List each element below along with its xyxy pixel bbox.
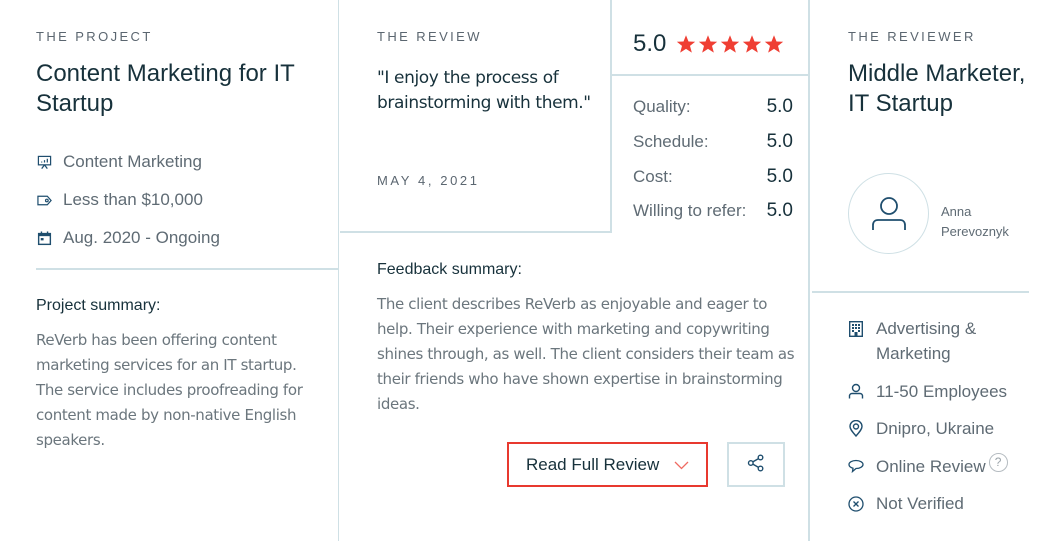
reviewer-details: Advertising & Marketing 11-50 Employees … <box>848 316 1048 529</box>
star-icon <box>699 35 718 53</box>
calendar-icon <box>36 230 52 246</box>
score-value: 5.0 <box>766 96 793 118</box>
score-row-cost: Cost: 5.0 <box>633 159 793 194</box>
review-eyebrow: THE REVIEW <box>377 29 482 44</box>
reviewer-review-type: Online Review ? <box>848 452 1048 479</box>
project-summary-text: ReVerb has been offering content marketi… <box>36 331 303 449</box>
location-pin-icon <box>848 416 864 441</box>
project-summary-heading: Project summary: <box>36 297 161 314</box>
chevron-down-icon <box>674 458 689 473</box>
score-label: Willing to refer: <box>633 201 747 221</box>
score-breakdown: Quality: 5.0 Schedule: 5.0 Cost: 5.0 Wil… <box>633 90 793 229</box>
feedback-heading: Feedback summary: <box>377 261 522 278</box>
reviewer-company-size: 11-50 Employees <box>848 379 1048 404</box>
read-full-review-button[interactable]: Read Full Review <box>507 442 708 487</box>
reviewer-divider <box>812 291 1029 293</box>
feedback-section: Feedback summary: The client describes R… <box>340 240 810 541</box>
reviewer-company-size-text: 11-50 Employees <box>876 381 1008 401</box>
star-icon <box>721 35 740 53</box>
avatar <box>848 173 929 254</box>
project-service-text: Content Marketing <box>63 152 202 171</box>
project-budget-text: Less than $10,000 <box>63 190 203 209</box>
speech-bubble-icon <box>848 454 864 479</box>
project-meta-list: Content Marketing Less than $10,000 Aug.… <box>36 143 220 257</box>
score-label: Cost: <box>633 166 673 186</box>
reviewer-review-type-text: Online Review <box>876 456 986 476</box>
person-icon <box>848 379 864 404</box>
project-service: Content Marketing <box>36 143 220 181</box>
overall-rating-value: 5.0 <box>633 30 667 57</box>
share-icon <box>747 454 765 475</box>
star-icon <box>743 35 762 53</box>
score-row-refer: Willing to refer: 5.0 <box>633 194 793 229</box>
score-label: Quality: <box>633 97 691 117</box>
overall-rating: 5.0 <box>633 30 784 58</box>
project-column: THE PROJECT Content Marketing for IT Sta… <box>0 0 339 541</box>
review-column: THE REVIEW "I enjoy the process of brain… <box>340 0 810 541</box>
rating-divider <box>612 74 810 76</box>
project-divider <box>36 268 339 270</box>
reviewer-verification: Not Verified <box>848 491 1048 516</box>
user-avatar-icon <box>871 196 906 230</box>
reviewer-industry: Advertising & Marketing <box>848 316 1048 366</box>
building-icon <box>848 316 864 341</box>
reviewer-location-text: Dnipro, Ukraine <box>876 419 995 438</box>
reviewer-industry-text: Advertising & Marketing <box>876 319 977 363</box>
project-dates: Aug. 2020 - Ongoing <box>36 219 220 257</box>
project-title: Content Marketing for IT Startup <box>36 60 295 117</box>
reviewer-title: Middle Marketer, IT Startup <box>848 60 1026 117</box>
read-full-review-label: Read Full Review <box>526 454 660 474</box>
reviewer-column: THE REVIEWER Middle Marketer, IT Startup… <box>812 0 1062 541</box>
star-icon <box>765 35 784 53</box>
project-eyebrow: THE PROJECT <box>36 29 153 44</box>
scores-vertical-divider <box>610 0 612 233</box>
score-label: Schedule: <box>633 132 709 152</box>
project-dates-text: Aug. 2020 - Ongoing <box>63 228 220 247</box>
review-divider <box>340 231 612 233</box>
x-circle-icon <box>848 491 864 516</box>
reviewer-eyebrow: THE REVIEWER <box>848 29 976 44</box>
score-value: 5.0 <box>766 131 793 153</box>
score-value: 5.0 <box>766 165 793 187</box>
help-icon[interactable]: ? <box>988 452 1008 472</box>
feedback-text: The client describes ReVerb as enjoyable… <box>377 295 795 413</box>
review-date: MAY 4, 2021 <box>377 173 480 188</box>
price-tag-icon <box>36 192 52 208</box>
rating-stars <box>676 34 784 54</box>
share-button[interactable] <box>727 442 785 487</box>
review-quote: "I enjoy the process of brainstorming wi… <box>377 68 591 113</box>
reviewer-name: Anna Perevoznyk <box>941 204 1009 239</box>
reviewer-verification-text: Not Verified <box>876 494 964 513</box>
presentation-chart-icon <box>36 154 52 170</box>
score-row-quality: Quality: 5.0 <box>633 90 793 125</box>
score-row-schedule: Schedule: 5.0 <box>633 125 793 160</box>
star-icon <box>677 35 696 53</box>
project-budget: Less than $10,000 <box>36 181 220 219</box>
reviewer-location: Dnipro, Ukraine <box>848 416 1048 441</box>
score-value: 5.0 <box>766 200 793 222</box>
